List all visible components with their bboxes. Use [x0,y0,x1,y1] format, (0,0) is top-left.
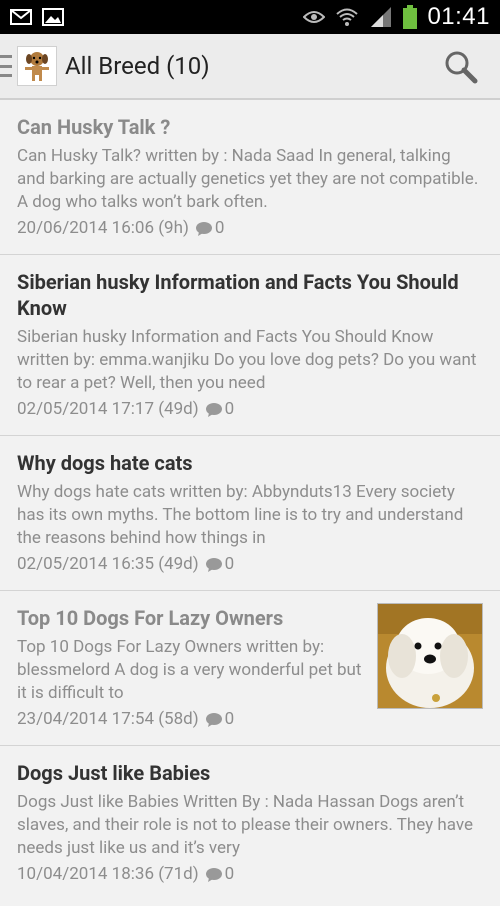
article-date: 02/05/2014 17:17 (49d) [17,399,199,419]
app-logo-icon[interactable] [17,46,57,86]
status-right: 01:41 [303,3,490,31]
comment-icon [205,402,222,417]
page-title: All Breed (10) [65,52,210,80]
comment-count: 0 [205,863,234,886]
eye-icon [303,10,326,24]
article-title: Can Husky Talk ? [17,115,171,139]
article-meta: 02/05/2014 17:17 (49d) 0 [17,398,483,421]
article-thumbnail[interactable] [377,603,483,709]
article-meta: 20/06/2014 16:06 (9h) 0 [17,217,483,240]
article-snippet: Top 10 Dogs For Lazy Owners written by: … [17,637,362,703]
article-date: 23/04/2014 17:54 (58d) [17,709,199,729]
action-bar: All Breed (10) [0,34,500,100]
article-snippet: Why dogs hate cats written by: Abbynduts… [17,482,464,548]
wifi-icon [335,7,359,27]
comment-icon [195,221,212,236]
article-list: Can Husky Talk ? Can Husky Talk? written… [0,100,500,906]
mail-icon [10,9,32,25]
article-meta: 02/05/2014 16:35 (49d) 0 [17,553,483,576]
list-item[interactable]: Dogs Just like Babies Dogs Just like Bab… [0,746,500,906]
comment-count: 0 [205,398,234,421]
comment-count: 0 [205,553,234,576]
comment-count: 0 [205,708,234,731]
article-title: Siberian husky Information and Facts You… [17,270,459,320]
list-item[interactable]: Why dogs hate cats Why dogs hate cats wr… [0,436,500,591]
article-date: 10/04/2014 18:36 (71d) [17,864,199,884]
comment-icon [205,712,222,727]
list-item[interactable]: Siberian husky Information and Facts You… [0,255,500,436]
comment-icon [205,867,222,882]
article-snippet: Dogs Just like Babies Written By : Nada … [17,792,474,858]
image-icon [42,8,64,26]
article-meta: 23/04/2014 17:54 (58d) 0 [17,708,365,731]
comment-count: 0 [195,217,224,240]
battery-icon [403,5,418,29]
article-date: 20/06/2014 16:06 (9h) [17,218,189,238]
list-item[interactable]: Top 10 Dogs For Lazy Owners Top 10 Dogs … [0,591,500,746]
article-snippet: Can Husky Talk? written by : Nada Saad I… [17,146,479,212]
comment-icon [205,557,222,572]
article-title: Dogs Just like Babies [17,761,211,785]
drawer-icon[interactable] [0,55,12,77]
list-item[interactable]: Can Husky Talk ? Can Husky Talk? written… [0,100,500,255]
article-title: Why dogs hate cats [17,451,193,475]
status-left [10,8,64,26]
article-title: Top 10 Dogs For Lazy Owners [17,606,284,630]
article-date: 02/05/2014 16:35 (49d) [17,554,199,574]
signal-icon [369,6,393,28]
status-bar: 01:41 [0,0,500,34]
search-icon[interactable] [444,50,478,84]
status-time: 01:41 [427,3,490,30]
article-snippet: Siberian husky Information and Facts You… [17,327,477,393]
article-meta: 10/04/2014 18:36 (71d) 0 [17,863,483,886]
